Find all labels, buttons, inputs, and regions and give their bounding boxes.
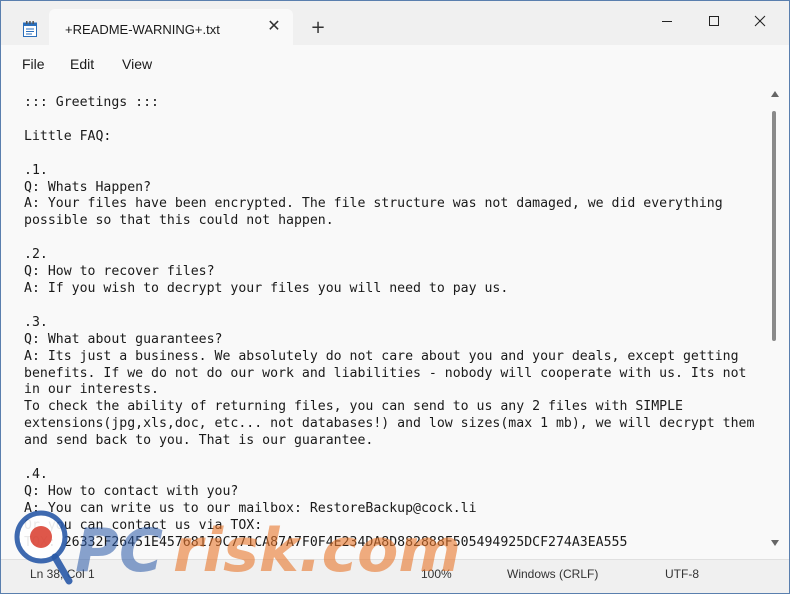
notepad-icon (23, 21, 37, 37)
close-window-icon (754, 15, 766, 27)
plus-icon[interactable]: + (307, 17, 329, 39)
text-line[interactable]: Little FAQ: (24, 129, 762, 146)
encoding: UTF-8 (665, 567, 699, 581)
scroll-up-icon[interactable] (771, 91, 779, 97)
scroll-down-icon[interactable] (771, 540, 779, 546)
minimize-icon (662, 21, 672, 22)
text-editor[interactable]: ::: Greetings ::: Little FAQ: .1. Q: What… (1, 83, 789, 559)
minimize-button[interactable] (644, 7, 690, 35)
menu-view[interactable]: View (122, 56, 152, 72)
menu-bar: File Edit View (1, 45, 789, 114)
text-line[interactable]: in our interests. (24, 382, 762, 399)
text-line[interactable] (24, 146, 762, 163)
scroll-thumb[interactable] (772, 111, 776, 341)
cursor-position: Ln 38, Col 1 (30, 567, 95, 581)
text-line[interactable]: benefits. If we do not do our work and l… (24, 366, 762, 383)
text-line[interactable]: A: Its just a business. We absolutely do… (24, 349, 762, 366)
text-line[interactable]: TOX: 26332F26451E45768179C771CA87A7F0F4E… (24, 535, 762, 552)
text-line[interactable] (24, 112, 762, 129)
menu-edit[interactable]: Edit (70, 56, 94, 72)
text-line[interactable] (24, 450, 762, 467)
text-line[interactable]: Q: Whats Happen? (24, 180, 762, 197)
maximize-button[interactable] (691, 7, 737, 35)
text-line[interactable]: To check the ability of returning files,… (24, 399, 762, 416)
status-bar: Ln 38, Col 1 100% Windows (CRLF) UTF-8 (1, 559, 789, 593)
text-line[interactable]: A: Your files have been encrypted. The f… (24, 196, 762, 213)
tab-title: +README-WARNING+.txt (65, 22, 220, 37)
text-line[interactable]: and send back to you. That is our guaran… (24, 433, 762, 450)
text-line[interactable]: A: If you wish to decrypt your files you… (24, 281, 762, 298)
close-window-button[interactable] (737, 7, 783, 35)
text-line[interactable]: Or you can contact us via TOX: (24, 518, 762, 535)
text-line[interactable]: .2. (24, 247, 762, 264)
zoom-level: 100% (421, 567, 452, 581)
text-line[interactable]: .3. (24, 315, 762, 332)
text-line[interactable]: .4. (24, 467, 762, 484)
line-ending: Windows (CRLF) (507, 567, 599, 581)
text-line[interactable] (24, 298, 762, 315)
maximize-icon (709, 16, 719, 26)
menu-file[interactable]: File (22, 56, 45, 72)
text-line[interactable]: possible so that this could not happen. (24, 213, 762, 230)
document-text[interactable]: ::: Greetings ::: Little FAQ: .1. Q: What… (24, 95, 762, 551)
document-tab[interactable]: +README-WARNING+.txt ✕ (49, 9, 293, 45)
text-line[interactable] (24, 230, 762, 247)
notepad-window: +README-WARNING+.txt ✕ + File Edit View … (0, 0, 790, 594)
text-line[interactable]: .1. (24, 163, 762, 180)
text-line[interactable]: A: You can write us to our mailbox: Rest… (24, 501, 762, 518)
close-icon[interactable]: ✕ (263, 15, 285, 37)
vertical-scrollbar[interactable] (768, 83, 782, 559)
text-line[interactable]: Q: How to contact with you? (24, 484, 762, 501)
title-bar: +README-WARNING+.txt ✕ + (1, 1, 789, 45)
text-line[interactable]: Q: What about guarantees? (24, 332, 762, 349)
text-line[interactable]: extensions(jpg,xls,doc, etc... not datab… (24, 416, 762, 433)
text-line[interactable]: Q: How to recover files? (24, 264, 762, 281)
text-line[interactable]: ::: Greetings ::: (24, 95, 762, 112)
